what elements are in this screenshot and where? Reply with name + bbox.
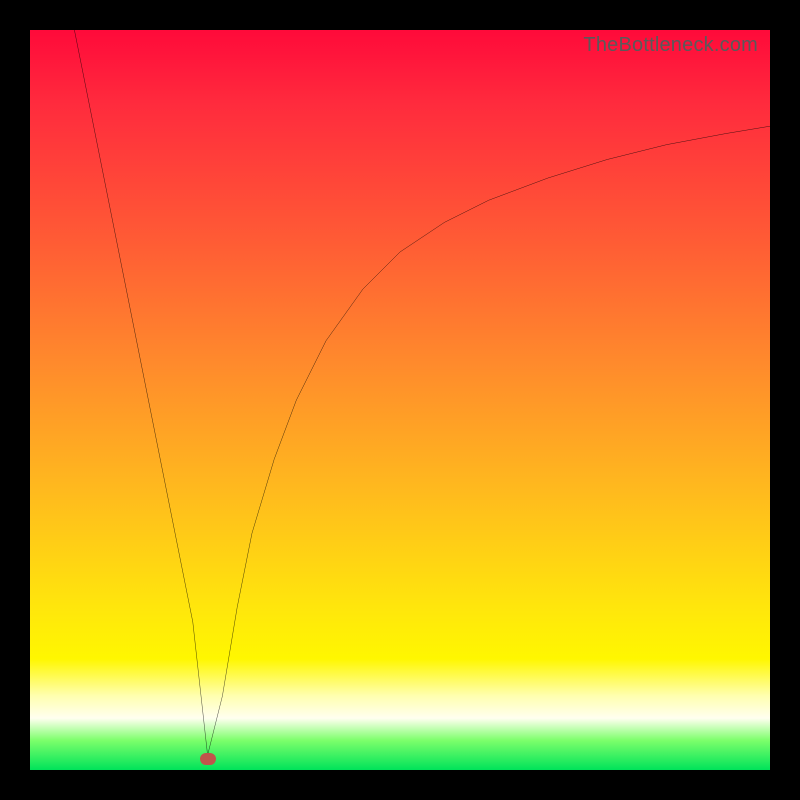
bottleneck-curve <box>30 30 770 770</box>
curve-left-branch <box>74 30 207 755</box>
plot-area: TheBottleneck.com <box>30 30 770 770</box>
chart-frame: TheBottleneck.com <box>0 0 800 800</box>
curve-right-branch <box>208 126 770 755</box>
